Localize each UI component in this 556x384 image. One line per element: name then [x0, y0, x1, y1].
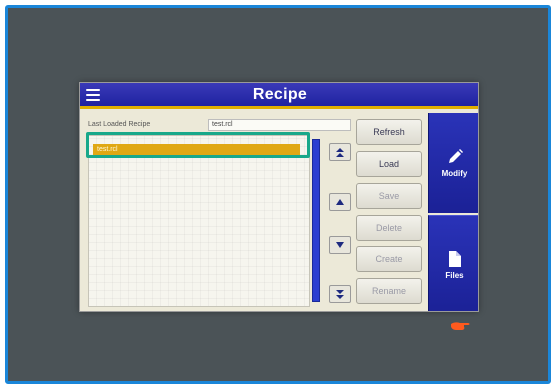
list-scrollbar[interactable] [312, 139, 320, 302]
file-icon [448, 250, 461, 267]
double-chevron-up-icon [336, 147, 344, 157]
selection-highlight [86, 132, 310, 158]
rename-button[interactable]: Rename [356, 278, 422, 304]
page-title: Recipe [252, 86, 308, 103]
title-bar: Recipe [80, 83, 478, 109]
save-button[interactable]: Save [356, 183, 422, 209]
scroll-top-button[interactable] [329, 143, 351, 161]
scroll-up-button[interactable] [329, 193, 351, 211]
last-loaded-recipe-label: Last Loaded Recipe [88, 121, 151, 128]
delete-button[interactable]: Delete [356, 215, 422, 241]
refresh-button[interactable]: Refresh [356, 119, 422, 145]
pointing-hand-icon [451, 322, 470, 330]
triangle-down-icon [336, 242, 344, 248]
recipe-list[interactable]: test.rcl [88, 135, 310, 307]
load-button[interactable]: Load [356, 151, 422, 177]
modify-tab[interactable]: Modify [428, 113, 478, 213]
hmi-screen: Recipe Last Loaded Recipe test.rcl test.… [79, 82, 479, 312]
triangle-up-icon [336, 199, 344, 205]
modify-tab-label: Modify [441, 169, 468, 178]
double-chevron-down-icon [336, 289, 344, 299]
create-button[interactable]: Create [356, 246, 422, 272]
files-tab[interactable]: Files [428, 215, 478, 311]
files-tab-label: Files [445, 270, 464, 280]
scroll-down-button[interactable] [329, 236, 351, 254]
pencil-icon [448, 149, 463, 163]
scroll-bottom-button[interactable] [329, 285, 351, 303]
last-loaded-recipe-field: test.rcl [208, 119, 351, 131]
